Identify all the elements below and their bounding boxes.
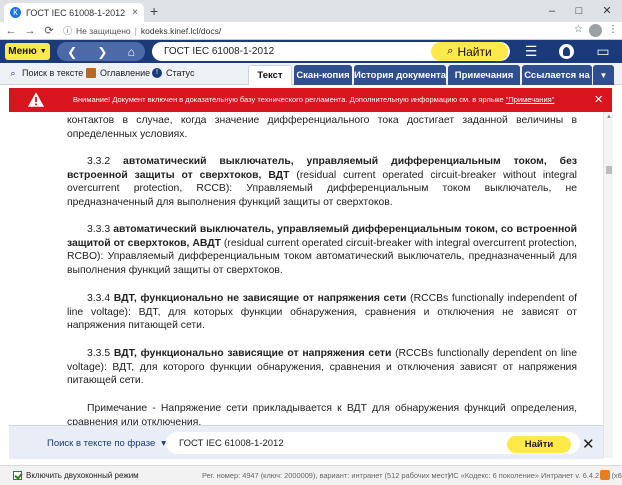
- note-paragraph: Примечание - Напряжение сети прикладывае…: [67, 403, 577, 425]
- tab-refers-to[interactable]: Ссылается на: [522, 65, 592, 85]
- bookmark-star-icon[interactable]: ☆: [574, 24, 583, 37]
- chevron-down-icon: ▼: [39, 48, 47, 55]
- clause-number: 3.3.5: [87, 348, 111, 359]
- phrase-find-button[interactable]: Найти: [507, 436, 571, 453]
- paragraph-3-3-2: 3.3.2 автоматический выключатель, управл…: [67, 155, 577, 209]
- document-body: контактов в случае, когда значение диффе…: [9, 112, 599, 425]
- url-text: kodeks.kinef.lcl/docs/: [140, 25, 222, 36]
- minimize-button[interactable]: –: [538, 0, 566, 22]
- tab-close-icon[interactable]: ×: [132, 7, 138, 18]
- search-in-text-label: Поиск в тексте: [22, 68, 84, 78]
- scroll-up-icon[interactable]: ▲: [606, 114, 612, 120]
- warning-close-icon[interactable]: ✕: [594, 93, 603, 106]
- account-avatar-icon[interactable]: [589, 24, 602, 37]
- menu-label: Меню: [8, 46, 37, 57]
- url-field[interactable]: ⓘ Не защищено | kodeks.kinef.lcl/docs/: [63, 24, 221, 37]
- phrase-search-dropdown[interactable]: Поиск в тексте по фразе ▾: [47, 438, 166, 449]
- paragraph-3-3-5: 3.3.5 ВДТ, функционально зависящие от на…: [67, 347, 577, 388]
- book-icon: [86, 68, 96, 78]
- forward-arrow-icon[interactable]: →: [22, 25, 38, 37]
- header-find-button[interactable]: ⌕ Найти: [431, 42, 508, 61]
- tab-document-history[interactable]: История документа: [354, 65, 446, 85]
- find-label: Найти: [457, 44, 492, 59]
- paragraph-3-3-3: 3.3.3 автоматический выключатель, управл…: [67, 223, 577, 277]
- tab-scan-copy[interactable]: Скан-копия: [294, 65, 352, 85]
- user-profile-icon[interactable]: [559, 44, 574, 59]
- version-info: ИС «Кодекс: 6 поколение» Интранет v. 6.4…: [448, 471, 622, 480]
- home-icon[interactable]: ⌂: [128, 45, 135, 59]
- menu-button[interactable]: Меню ▼: [5, 43, 50, 60]
- forward-chevron-icon[interactable]: ❯: [97, 45, 107, 59]
- window-close-button[interactable]: ✕: [593, 0, 621, 22]
- search-in-text-button[interactable]: ⌕ Поиск в тексте: [8, 68, 83, 78]
- address-bar-actions: ☆ ⋮: [574, 24, 618, 37]
- warning-banner: Внимание! Документ включен в доказательн…: [9, 88, 612, 112]
- browser-tab-title: ГОСТ IEC 61008-1-2012 Выключат...: [26, 7, 127, 18]
- warning-text: Внимание! Документ включен в доказательн…: [73, 95, 504, 104]
- system-tray-icon[interactable]: [600, 470, 610, 480]
- document-scrollbar[interactable]: ▲: [603, 112, 613, 458]
- warning-triangle-icon: [27, 92, 45, 107]
- reload-icon[interactable]: ⟳: [41, 24, 57, 37]
- bottom-search-bar: Поиск в тексте по фразе ▾ ГОСТ IEC 61008…: [9, 425, 603, 459]
- search-icon: ⌕: [447, 45, 454, 57]
- term-definition: ВДТ, функционально не зависящие от напря…: [113, 293, 407, 304]
- new-tab-button[interactable]: +: [150, 3, 158, 19]
- scrollbar-thumb[interactable]: [606, 166, 612, 174]
- browser-tab-bar: К ГОСТ IEC 61008-1-2012 Выключат... × + …: [0, 0, 622, 22]
- clause-number: 3.3.3: [87, 224, 111, 235]
- clause-number: 3.3.4: [87, 293, 111, 304]
- contents-label: Оглавление: [100, 68, 151, 78]
- chat-icon[interactable]: ▭: [593, 43, 613, 60]
- browser-address-bar: ← → ⟳ ⓘ Не защищено | kodeks.kinef.lcl/d…: [0, 22, 622, 40]
- browser-menu-icon[interactable]: ⋮: [608, 24, 618, 37]
- warning-message: Внимание! Документ включен в доказательн…: [73, 95, 554, 104]
- dual-window-toggle[interactable]: Включить двухоконный режим: [13, 471, 139, 480]
- paragraph-3-3-4: 3.3.4 ВДТ, функционально не зависящие от…: [67, 292, 577, 333]
- app-header: Меню ▼ ❮ ❯ ⌂ ГОСТ IEC 61008-1-2012 ⌕ Най…: [0, 40, 622, 63]
- contents-button[interactable]: Оглавление: [86, 68, 150, 78]
- status-bar: Включить двухоконный режим Рег. номер: 4…: [0, 465, 622, 485]
- back-arrow-icon[interactable]: ←: [3, 25, 19, 37]
- notes-link[interactable]: "Примечания": [506, 95, 555, 104]
- status-label: Статус: [166, 68, 195, 78]
- phrase-search-label: Поиск в тексте по фразе: [47, 438, 156, 449]
- clause-number: 3.3.2: [87, 156, 111, 167]
- phrase-search-query: ГОСТ IEC 61008-1-2012: [179, 438, 284, 449]
- search-icon: ⌕: [10, 68, 16, 78]
- security-label: Не защищено: [76, 25, 131, 36]
- dual-window-label: Включить двухоконный режим: [26, 471, 139, 480]
- url-separator: |: [134, 25, 137, 36]
- tab-text[interactable]: Текст: [248, 65, 292, 85]
- site-favicon-icon: К: [10, 7, 21, 18]
- tabs-more-icon[interactable]: ▼: [593, 65, 614, 85]
- close-search-icon[interactable]: ✕: [582, 435, 595, 453]
- nav-group: ❮ ❯ ⌂: [57, 42, 145, 61]
- registration-info: Рег. номер: 4947 (ключ: 2000009), вариан…: [202, 471, 451, 480]
- back-chevron-icon[interactable]: ❮: [67, 45, 77, 59]
- paragraph: контактов в случае, когда значение диффе…: [67, 115, 577, 140]
- status-button[interactable]: ! Статус: [152, 68, 194, 78]
- status-icon: !: [152, 68, 162, 78]
- browser-tab[interactable]: К ГОСТ IEC 61008-1-2012 Выключат... ×: [4, 3, 144, 22]
- checkbox-icon[interactable]: [13, 471, 22, 480]
- term-definition: ВДТ, функционально зависящие от напряжен…: [113, 348, 392, 359]
- maximize-button[interactable]: □: [565, 0, 593, 22]
- info-icon[interactable]: ⓘ: [63, 24, 72, 37]
- header-search-query: ГОСТ IEC 61008-1-2012: [164, 46, 275, 57]
- document-tabs: Текст Скан-копия История документа Приме…: [248, 65, 592, 85]
- tab-notes[interactable]: Примечания: [448, 65, 520, 85]
- hamburger-menu-icon[interactable]: ☰: [521, 43, 541, 60]
